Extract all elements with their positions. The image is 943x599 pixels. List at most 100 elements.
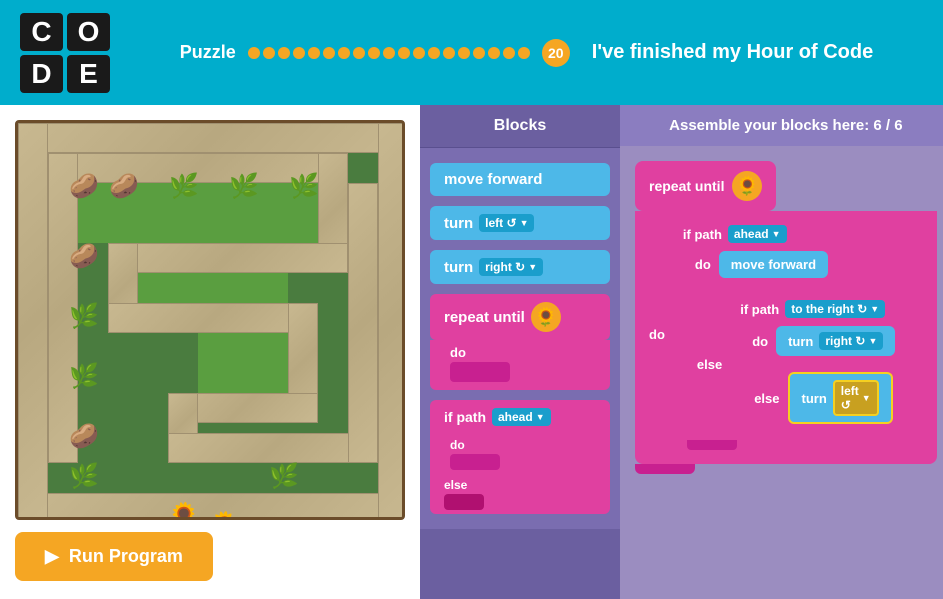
ws-do-turn-right-row: do turn right ↻	[730, 324, 911, 366]
puzzle-dot-4	[308, 47, 320, 59]
puzzle-dot-15	[473, 47, 485, 59]
turn-right-block[interactable]: turn right ↻	[430, 250, 610, 284]
ws-do-label: do	[649, 327, 665, 342]
puzzle-dot-5	[323, 47, 335, 59]
pea-shooter: 🌻	[166, 498, 202, 520]
move-forward-block[interactable]: move forward	[430, 163, 610, 196]
workspace-header: Assemble your blocks here: 6 / 6	[620, 105, 943, 146]
puzzle-dot-7	[353, 47, 365, 59]
blocks-panel: Blocks move forward turn left ↺ turn rig…	[420, 105, 620, 599]
sunflower-icon: 🌻	[531, 302, 561, 332]
puzzle-dot-16	[488, 47, 500, 59]
ws-inner-do-row-2: do turn right ↻	[752, 326, 903, 356]
logo-e: E	[67, 55, 110, 93]
puzzle-bar: Puzzle 20 I've finished my Hour of Code	[130, 39, 923, 67]
ahead-dropdown[interactable]: ahead	[492, 408, 551, 426]
logo-o: O	[67, 13, 110, 51]
ws-to-right-dropdown[interactable]: to the right ↻	[785, 300, 885, 318]
if-path-block[interactable]: if path ahead do else	[430, 400, 610, 514]
ws-repeat-header: repeat until 🌻	[635, 161, 776, 211]
ws-if-path-label: if path	[683, 227, 722, 242]
maze: 🥔 🥔 🌿 🌿 🌿 🥔 🌿 🌿 🥔 🌿 🌻 🌻 🌿 🤖	[15, 120, 405, 520]
do-label: do	[450, 345, 466, 360]
puzzle-dot-14	[458, 47, 470, 59]
puzzle-dot-0	[248, 47, 260, 59]
ws-move-forward-block[interactable]: move forward	[719, 251, 828, 278]
ws-if-path-label-2: if path	[740, 302, 779, 317]
plant-5: 🌿	[286, 168, 322, 204]
sunflower-goal: 🌻	[206, 508, 242, 520]
ws-turn-left-text: turn	[802, 391, 827, 406]
repeat-until-label: repeat until 🌻	[430, 294, 610, 340]
turn-left-text: turn	[444, 215, 473, 232]
puzzle-dot-3	[293, 47, 305, 59]
play-icon: ▶	[45, 546, 59, 567]
do-if-label: do	[450, 438, 465, 452]
puzzle-dot-13	[443, 47, 455, 59]
turn-right-dropdown[interactable]: right ↻	[479, 258, 543, 276]
puzzle-current-dot: 20	[542, 39, 570, 67]
else-section: else	[430, 474, 610, 514]
ws-else-row-1: else if path to the right ↻	[687, 290, 921, 438]
turn-right-text: turn	[444, 259, 473, 276]
run-btn-label: Run Program	[69, 546, 183, 567]
run-program-button[interactable]: ▶ Run Program	[15, 532, 213, 581]
ws-tail	[635, 464, 695, 474]
ws-turn-right-text: turn	[788, 334, 813, 349]
ws-sunflower: 🌻	[732, 171, 762, 201]
plant-7: 🌿	[66, 298, 102, 334]
logo-c: C	[20, 13, 63, 51]
ws-right-dropdown[interactable]: right ↻	[819, 332, 883, 350]
puzzle-dot-18	[518, 47, 530, 59]
puzzle-dot-8	[368, 47, 380, 59]
else-slot-notch	[444, 494, 484, 510]
ws-close-notch	[687, 440, 737, 450]
logo-d: D	[20, 55, 63, 93]
do-section: do	[430, 434, 610, 474]
plant-10: 🌿	[66, 458, 102, 494]
turn-left-block[interactable]: turn left ↺	[430, 206, 610, 240]
repeat-until-block[interactable]: repeat until 🌻 do	[430, 294, 610, 390]
maze-path-11	[348, 183, 378, 463]
ws-repeat-outer: repeat until 🌻 do if path ahead	[635, 161, 937, 474]
ws-else-row-2: else turn left ↺	[744, 368, 903, 428]
header: C O D E Puzzle 20 I've finished my Hour …	[0, 0, 943, 105]
finished-text: I've finished my Hour of Code	[592, 41, 873, 64]
main-content: 🥔 🥔 🌿 🌿 🌿 🥔 🌿 🌿 🥔 🌿 🌻 🌻 🌿 🤖 ▶ Run Progra…	[0, 105, 943, 599]
plant-8: 🌿	[66, 358, 102, 394]
ws-else-1-row: else if path to the right ↻	[673, 288, 929, 440]
move-forward-label: move forward	[444, 171, 542, 188]
do-slot: do	[430, 340, 610, 390]
maze-path-4	[108, 243, 348, 273]
ws-ahead-dropdown[interactable]: ahead	[728, 225, 787, 243]
ws-turn-left-block[interactable]: turn left ↺	[788, 372, 893, 424]
ws-turn-right-block[interactable]: turn right ↻	[776, 326, 895, 356]
maze-path-6	[108, 303, 318, 333]
turn-left-dropdown[interactable]: left ↺	[479, 214, 534, 232]
game-area: 🥔 🥔 🌿 🌿 🌿 🥔 🌿 🌿 🥔 🌿 🌻 🌻 🌿 🤖 ▶ Run Progra…	[0, 105, 420, 599]
plant-4: 🌿	[226, 168, 262, 204]
ws-inner-do-row: do move forward	[695, 251, 921, 278]
ws-else-2-row: else turn left ↺	[730, 366, 911, 434]
plant-3: 🌿	[166, 168, 202, 204]
plant-9: 🥔	[66, 418, 102, 454]
do-slot-notch	[450, 454, 500, 470]
grass-3	[198, 333, 288, 393]
maze-wall-right	[378, 123, 405, 520]
do-notch	[450, 362, 510, 382]
ws-if-path-row: if path ahead	[673, 219, 929, 249]
puzzle-dot-10	[398, 47, 410, 59]
ws-left-dropdown[interactable]: left ↺	[833, 380, 879, 416]
puzzle-dot-9	[383, 47, 395, 59]
if-path-row: if path ahead	[430, 400, 610, 434]
workspace-content: repeat until 🌻 do if path ahead	[620, 146, 943, 489]
ws-if-right-block: if path to the right ↻ do	[730, 294, 911, 434]
puzzle-dot-17	[503, 47, 515, 59]
blocks-header: Blocks	[420, 105, 620, 148]
blocks-content: move forward turn left ↺ turn right ↻ re…	[420, 148, 620, 529]
maze-wall-left	[18, 123, 48, 520]
ws-do-row: do if path ahead do	[649, 219, 929, 450]
ws-else-label-1: else	[697, 357, 722, 372]
ws-do-label-2: do	[752, 334, 768, 349]
ws-if-right-row: if path to the right ↻	[730, 294, 911, 324]
